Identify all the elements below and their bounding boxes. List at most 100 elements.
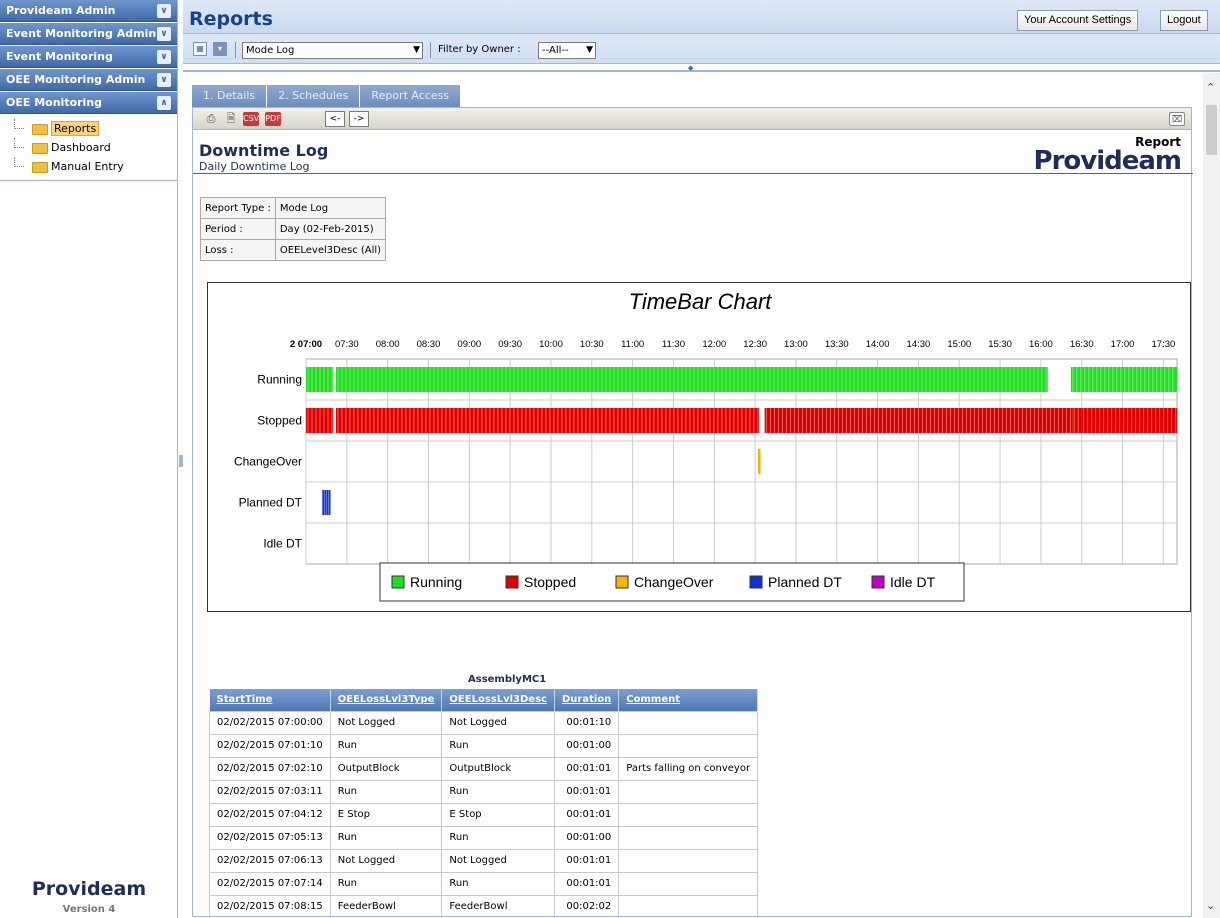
tree-item-reports[interactable]: Reports <box>12 119 177 138</box>
chevron-down-icon[interactable]: ∨ <box>157 4 171 18</box>
info-row: Period : Day (02-Feb-2015) <box>200 218 387 240</box>
column-header[interactable]: Comment <box>618 689 759 711</box>
vertical-scrollbar[interactable]: ⌃ ⌄ <box>1203 73 1220 918</box>
table-cell: 02/02/2015 07:08:15 <box>209 894 331 918</box>
scroll-down-icon[interactable]: ⌄ <box>1206 899 1215 912</box>
folder-icon <box>32 161 48 173</box>
x-tick-label: 13:00 <box>784 339 808 350</box>
legend-swatch <box>505 575 519 589</box>
x-tick-label: 10:30 <box>580 339 604 350</box>
report-content: 1. Details 2. Schedules Report Access ⎙ … <box>183 73 1220 918</box>
column-header[interactable]: StartTime <box>209 689 331 711</box>
section-label: OEE Monitoring Admin <box>6 73 146 86</box>
tab-schedules[interactable]: 2. Schedules <box>267 85 360 107</box>
column-header[interactable]: Duration <box>554 689 620 711</box>
chevron-up-icon[interactable]: ∧ <box>157 96 171 110</box>
splitter-handle-icon[interactable]: ◆ <box>688 64 693 72</box>
tab-report-access[interactable]: Report Access <box>360 85 461 107</box>
table-cell: Run <box>441 733 555 758</box>
report-select[interactable]: Mode Log ▼ <box>242 42 423 59</box>
owner-select[interactable]: --All-- ▼ <box>538 42 596 59</box>
section-label: Event Monitoring <box>6 50 113 63</box>
table-cell: 00:01:10 <box>553 710 620 735</box>
print-icon[interactable]: ⎙ <box>203 112 219 126</box>
table-cell: FeederBowl <box>441 894 555 918</box>
table-cell: E Stop <box>329 802 443 827</box>
table-cell: 02/02/2015 07:07:14 <box>209 871 331 896</box>
scroll-thumb[interactable] <box>1206 105 1217 155</box>
table-cell: Parts falling on conveyor <box>618 756 759 781</box>
table-row: 02/02/2015 07:05:13 Run Run 00:01:00 <box>209 825 759 850</box>
logout-button[interactable]: Logout <box>1160 10 1208 31</box>
report-viewer-toolbar: ⎙ 🗎 CSV PDF <- -> ⌧ <box>193 108 1191 130</box>
logo-text: Provideam <box>31 878 147 900</box>
tree-item-manual-entry[interactable]: Manual Entry <box>12 157 177 176</box>
close-report-icon[interactable]: ⌧ <box>1169 112 1185 126</box>
x-tick-label: 11:00 <box>621 339 644 350</box>
sidebar-logo: Provideam Version 4 <box>0 878 178 918</box>
section-oee-monitoring-admin[interactable]: OEE Monitoring Admin ∨ <box>0 69 177 91</box>
table-cell: 00:01:00 <box>553 733 620 758</box>
chevron-down-icon[interactable]: ∨ <box>157 50 171 64</box>
section-label: Provideam Admin <box>6 4 116 17</box>
dropdown-icon[interactable]: ▾ <box>213 42 227 56</box>
table-row: 02/02/2015 07:07:14 Run Run 00:01:01 <box>209 871 759 896</box>
tree-item-dashboard[interactable]: Dashboard <box>12 138 177 157</box>
x-tick-label: 15:00 <box>947 339 971 350</box>
chevron-down-icon[interactable]: ∨ <box>157 73 171 87</box>
table-cell <box>618 848 759 873</box>
section-oee-monitoring[interactable]: OEE Monitoring ∧ <box>0 92 177 114</box>
export-icon[interactable]: 🗎 <box>223 112 239 126</box>
main-area: Reports Your Account Settings Logout ▦ ▾… <box>183 0 1220 918</box>
splitter-bar[interactable]: ◆ <box>183 64 1220 72</box>
grid-icon[interactable]: ▦ <box>193 42 207 56</box>
table-cell <box>618 894 759 918</box>
table-cell: Run <box>441 871 555 896</box>
report-subtitle: Daily Downtime Log <box>199 160 310 173</box>
report-panel: ⎙ 🗎 CSV PDF <- -> ⌧ Downtime Log Daily D… <box>192 107 1193 918</box>
column-header[interactable]: OEELossLvl3Desc <box>441 689 555 711</box>
section-event-monitoring[interactable]: Event Monitoring ∨ <box>0 46 177 68</box>
pdf-icon[interactable]: PDF <box>265 112 281 126</box>
oee-monitoring-tree: Reports Dashboard Manual Entry <box>0 115 177 181</box>
report-logo-brand: Provideam <box>1033 146 1182 176</box>
legend-label: ChangeOver <box>634 574 714 590</box>
bar-running <box>306 367 334 392</box>
info-row: Report Type : Mode Log <box>200 197 387 219</box>
x-tick-label: 13:30 <box>825 339 849 350</box>
table-cell: 02/02/2015 07:04:12 <box>209 802 331 827</box>
table-cell: Run <box>329 825 443 850</box>
table-cell: 02/02/2015 07:05:13 <box>209 825 331 850</box>
info-value: Day (02-Feb-2015) <box>274 218 387 240</box>
scroll-up-icon[interactable]: ⌃ <box>1206 81 1215 94</box>
x-tick-label: 16:30 <box>1070 339 1094 350</box>
table-cell: 00:01:01 <box>553 871 620 896</box>
info-label: Loss : <box>200 239 276 261</box>
next-page-button[interactable]: -> <box>349 111 369 127</box>
timebar-chart: TimeBar Chart 2 07:00 07:30 08:00 08:30 09:00… <box>207 282 1191 612</box>
bar-stopped <box>1072 408 1082 433</box>
table-cell: Not Logged <box>441 848 555 873</box>
account-settings-button[interactable]: Your Account Settings <box>1017 10 1139 31</box>
column-header[interactable]: OEELossLvl3Type <box>330 689 443 711</box>
x-tick-label: 2 07:00 <box>290 339 322 350</box>
x-tick-label: 08:00 <box>376 339 400 350</box>
section-provideam-admin[interactable]: Provideam Admin ∨ <box>0 0 177 22</box>
info-value: OEELevel3Desc (All) <box>274 239 387 261</box>
bar-stopped <box>306 408 334 433</box>
prev-page-button[interactable]: <- <box>325 111 345 127</box>
tab-details[interactable]: 1. Details <box>192 85 267 107</box>
table-cell: Run <box>329 779 443 804</box>
y-category-label: Stopped <box>257 414 302 428</box>
table-row: 02/02/2015 07:03:11 Run Run 00:01:01 <box>209 779 759 804</box>
table-row: 02/02/2015 07:08:15 FeederBowl FeederBowl 0… <box>209 894 759 918</box>
table-row: 02/02/2015 07:02:10 OutputBlock OutputBloc… <box>209 756 759 781</box>
filter-owner-label: Filter by Owner : <box>438 44 521 55</box>
chevron-down-icon[interactable]: ∨ <box>157 27 171 41</box>
csv-icon[interactable]: CSV <box>243 112 259 126</box>
report-tabs: 1. Details 2. Schedules Report Access <box>192 85 461 107</box>
info-value: Mode Log <box>274 197 387 219</box>
table-cell: 00:01:00 <box>553 825 620 850</box>
table-cell <box>618 779 759 804</box>
section-event-monitoring-admin[interactable]: Event Monitoring Admin ∨ <box>0 23 177 45</box>
